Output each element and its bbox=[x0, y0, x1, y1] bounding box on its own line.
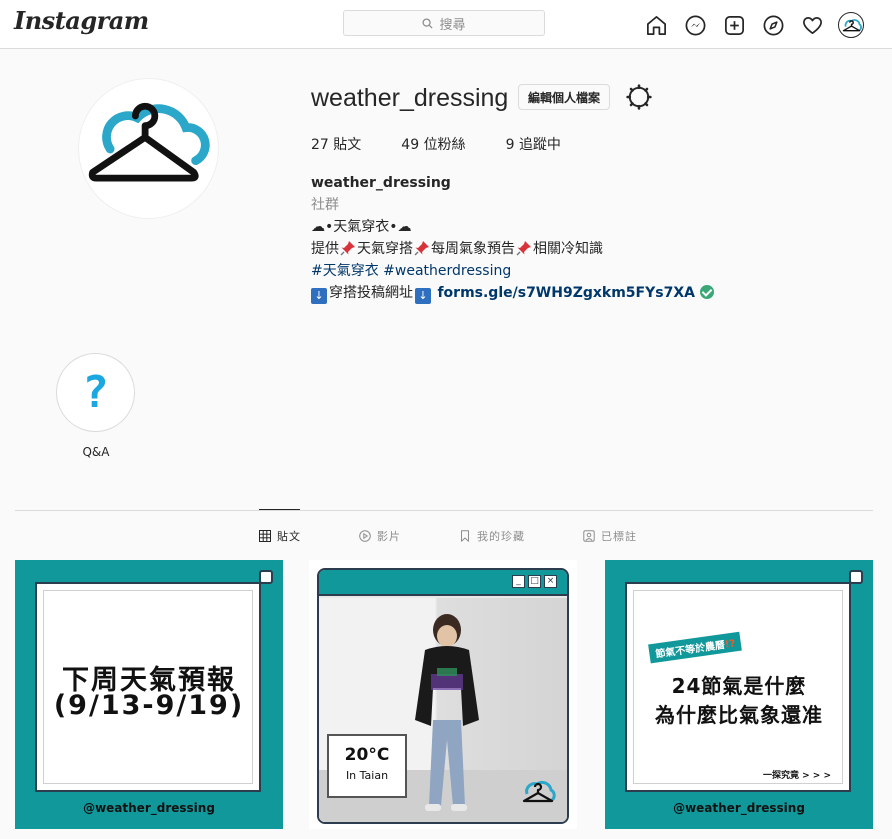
tab-videos[interactable]: 影片 bbox=[359, 528, 401, 544]
post-handle: @weather_dressing bbox=[83, 801, 215, 815]
tab-tagged[interactable]: 已標註 bbox=[583, 528, 637, 544]
posts-label: 貼文 bbox=[333, 137, 362, 153]
bio-external-link[interactable]: forms.gle/s7WH9Zgxkm5FYs7XA bbox=[437, 285, 695, 301]
active-tab-indicator bbox=[259, 509, 300, 510]
search-icon bbox=[422, 17, 434, 29]
pushpin-icon bbox=[340, 241, 355, 256]
profile-bio: weather_dressing 社群 ☁•天氣穿衣•☁ 提供 天氣穿搭 每周氣象預… bbox=[311, 172, 714, 304]
temperature-location: In Taian bbox=[345, 769, 389, 782]
posts-count: 27 bbox=[311, 137, 329, 153]
search-input[interactable]: 搜尋 bbox=[343, 10, 545, 36]
nav-icons bbox=[643, 12, 864, 38]
bio-tagline: ☁•天氣穿衣•☁ bbox=[311, 219, 412, 235]
bookmark-icon bbox=[461, 530, 469, 542]
bio-provides-line: 提供 天氣穿搭 每周氣象預告 相關冷知識 bbox=[311, 238, 714, 260]
corner-decoration bbox=[849, 570, 863, 584]
grid-icon bbox=[259, 530, 271, 542]
pushpin-icon bbox=[414, 241, 429, 256]
corner-decoration bbox=[259, 570, 273, 584]
pushpin-icon bbox=[516, 241, 531, 256]
posts-stat: 27 貼文 bbox=[311, 134, 361, 154]
post-thumbnail-1[interactable]: 下周天氣預報 (9/13-9/19) @weather_dressing bbox=[15, 560, 283, 829]
tab-posts-label: 貼文 bbox=[277, 530, 301, 543]
home-icon[interactable] bbox=[643, 12, 669, 38]
highlight-label: Q&A bbox=[82, 445, 110, 459]
down-arrow-icon: ↓ bbox=[311, 288, 327, 304]
profile-avatar[interactable] bbox=[838, 12, 864, 38]
bio-provide-text: 提供 bbox=[311, 241, 339, 257]
bio-submit-label: 穿搭投稿網址 bbox=[329, 285, 413, 301]
post-thumbnail-3[interactable]: 節氣不等於農曆!? 24節氣是什麼 為什麼比氣象還准 一探究竟 > > > @w… bbox=[605, 560, 873, 829]
tagged-person-icon bbox=[583, 530, 595, 542]
post-title-line2: (9/13-9/19) bbox=[53, 690, 245, 721]
highlight-qa[interactable]: ? Q&A bbox=[56, 353, 136, 459]
post-title-line1: 24節氣是什麼 bbox=[671, 674, 807, 698]
activity-heart-icon[interactable] bbox=[799, 12, 825, 38]
tab-tagged-label: 已標註 bbox=[601, 530, 637, 543]
following-stat[interactable]: 9 追蹤中 bbox=[506, 134, 561, 154]
play-circle-icon bbox=[359, 530, 371, 542]
following-count: 9 bbox=[505, 137, 515, 153]
hanger-cloud-icon bbox=[88, 102, 210, 182]
bio-name: weather_dressing bbox=[311, 175, 451, 191]
tab-saved-label: 我的珍藏 bbox=[477, 530, 525, 543]
tab-videos-label: 影片 bbox=[377, 530, 401, 543]
bio-item-2: 每周氣象預告 bbox=[431, 241, 515, 257]
bio-category: 社群 bbox=[311, 197, 339, 213]
search-placeholder: 搜尋 bbox=[439, 17, 466, 33]
tab-saved[interactable]: 我的珍藏 bbox=[459, 528, 525, 544]
edit-profile-button[interactable]: 編輯個人檔案 bbox=[518, 84, 611, 110]
post-title-line2: 為什麼比氣象還准 bbox=[655, 703, 823, 727]
question-mark-icon: ? bbox=[82, 367, 109, 418]
bio-item-1: 天氣穿搭 bbox=[357, 241, 413, 257]
profile-picture[interactable] bbox=[78, 78, 219, 219]
read-more-label: 一探究竟 > > > bbox=[762, 771, 831, 781]
messenger-icon[interactable] bbox=[682, 12, 708, 38]
tag-accent: !? bbox=[724, 638, 737, 651]
down-arrow-icon: ↓ bbox=[415, 288, 431, 304]
bio-submit-line: ↓ 穿搭投稿網址 ↓ forms.gle/s7WH9Zgxkm5FYs7XA bbox=[311, 282, 714, 304]
temperature-value: 20°C bbox=[344, 745, 390, 765]
profile-avatar-slot bbox=[838, 12, 864, 38]
temperature-card: 20°C In Taian bbox=[327, 734, 407, 798]
profile-stats: 27 貼文 49 位粉絲 9 追蹤中 bbox=[311, 134, 601, 154]
tabs-divider bbox=[15, 510, 873, 511]
settings-gear-icon[interactable] bbox=[626, 84, 652, 110]
followers-stat[interactable]: 49 位粉絲 bbox=[401, 134, 465, 154]
profile-tabs: 貼文 影片 我的珍藏 已標註 bbox=[259, 528, 695, 544]
new-post-icon[interactable] bbox=[721, 12, 747, 38]
instagram-logo[interactable]: Instagram bbox=[14, 6, 149, 35]
top-navbar: Instagram 搜尋 bbox=[0, 0, 892, 49]
hanger-logo-icon bbox=[842, 18, 862, 31]
followers-label: 位粉絲 bbox=[423, 137, 466, 153]
verified-check-icon bbox=[699, 285, 714, 299]
bio-hashtags[interactable]: #天氣穿衣 #weatherdressing bbox=[311, 260, 714, 282]
tab-posts[interactable]: 貼文 bbox=[259, 528, 301, 544]
explore-icon[interactable] bbox=[760, 12, 786, 38]
post-thumbnail-2[interactable]: _ □ × 20°C In Taian bbox=[309, 560, 577, 829]
hanger-watermark-icon bbox=[522, 780, 556, 803]
highlight-cover[interactable]: ? bbox=[56, 353, 135, 432]
bio-item-3: 相關冷知識 bbox=[533, 241, 603, 257]
followers-count: 49 bbox=[401, 137, 420, 153]
profile-username: weather_dressing bbox=[311, 84, 509, 112]
post-handle: @weather_dressing bbox=[673, 801, 805, 815]
following-label: 追蹤中 bbox=[518, 137, 561, 153]
